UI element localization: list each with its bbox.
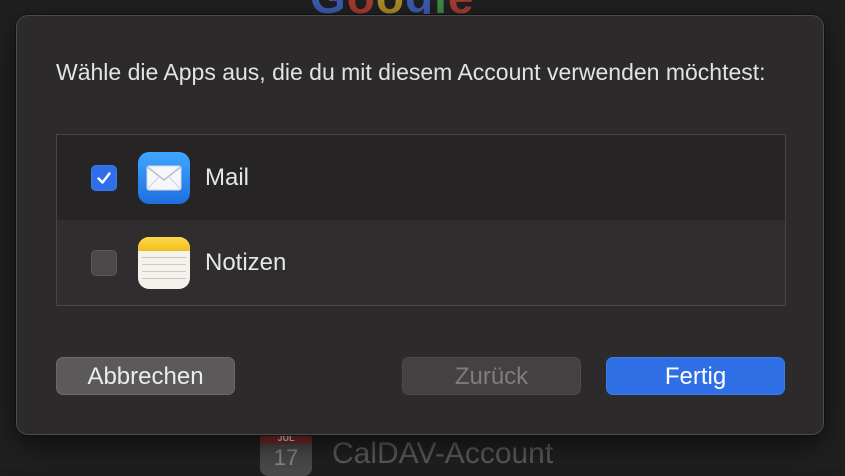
checkmark-icon xyxy=(95,169,113,187)
mail-checkbox[interactable] xyxy=(91,165,117,191)
app-list: Mail Notizen xyxy=(56,134,786,306)
calendar-day: 17 xyxy=(274,444,298,472)
notes-checkbox[interactable] xyxy=(91,250,117,276)
notes-label: Notizen xyxy=(205,249,286,277)
app-row-notes[interactable]: Notizen xyxy=(57,220,785,305)
cancel-button[interactable]: Abbrechen xyxy=(56,357,235,395)
dialog-prompt: Wähle die Apps aus, die du mit diesem Ac… xyxy=(56,57,776,88)
app-selection-dialog: Wähle die Apps aus, die du mit diesem Ac… xyxy=(16,15,824,435)
caldav-account-row: JUL 17 CalDAV-Account xyxy=(260,432,553,476)
app-row-mail[interactable]: Mail xyxy=(57,135,785,220)
mail-app-icon xyxy=(138,152,190,204)
notes-app-icon xyxy=(138,237,190,289)
mail-label: Mail xyxy=(205,164,249,192)
calendar-icon: JUL 17 xyxy=(260,432,312,476)
back-button[interactable]: Zurück xyxy=(402,357,581,395)
caldav-account-label: CalDAV-Account xyxy=(332,432,553,476)
done-button[interactable]: Fertig xyxy=(606,357,785,395)
